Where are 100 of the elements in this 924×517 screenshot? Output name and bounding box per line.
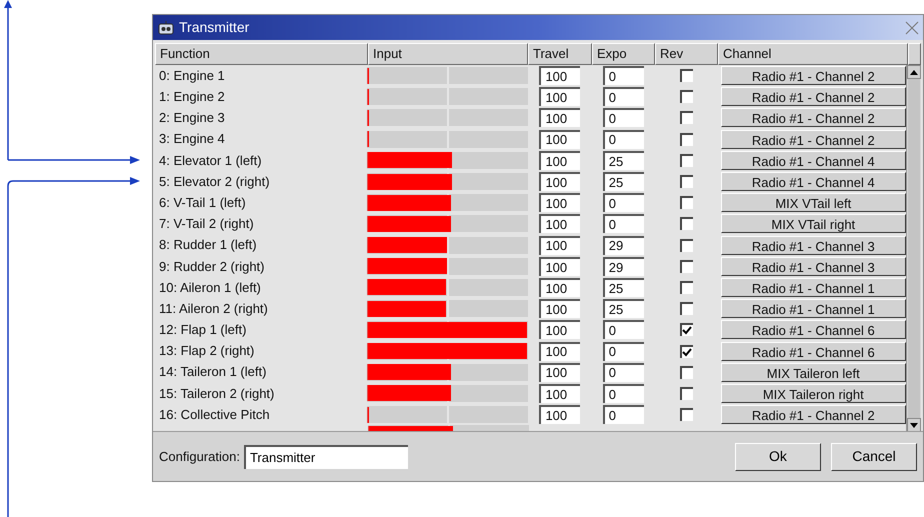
rev-checkbox[interactable]	[680, 408, 693, 422]
function-label: 3: Engine 4	[158, 130, 226, 148]
channel-button[interactable]: MIX Taileron right	[720, 384, 906, 403]
travel-field[interactable]: 100	[539, 66, 580, 86]
travel-field[interactable]: 100	[539, 193, 580, 212]
travel-field[interactable]: 100	[539, 278, 580, 297]
window-title: Transmitter	[179, 18, 250, 37]
expo-field[interactable]: 0	[602, 320, 644, 340]
rev-checkbox[interactable]	[680, 260, 693, 273]
expo-field[interactable]: 0	[602, 193, 644, 212]
scroll-down-icon[interactable]	[910, 422, 918, 428]
rev-checkbox[interactable]	[680, 280, 693, 294]
scrollbar[interactable]	[906, 65, 921, 431]
expo-field[interactable]: 25	[602, 299, 644, 318]
channel-button[interactable]: Radio #1 - Channel 6	[720, 320, 906, 340]
function-label: 2: Engine 3	[158, 109, 226, 128]
channel-button[interactable]: Radio #1 - Channel 2	[720, 405, 906, 424]
function-label: 10: Aileron 1 (left)	[158, 278, 262, 297]
rev-checkbox[interactable]	[680, 196, 693, 210]
column-header[interactable]: Input	[368, 43, 528, 65]
travel-field[interactable]: 100	[539, 320, 580, 340]
rev-checkbox[interactable]	[680, 175, 693, 188]
expo-field[interactable]: 0	[602, 87, 644, 106]
rev-checkbox[interactable]	[680, 90, 693, 104]
function-label: 9: Rudder 2 (right)	[158, 258, 266, 276]
scroll-up-icon[interactable]	[910, 70, 918, 74]
function-label: 0: Engine 1	[158, 66, 226, 85]
rev-checkbox[interactable]	[680, 302, 693, 316]
function-label: 1: Engine 2	[158, 88, 226, 106]
rev-checkbox[interactable]	[680, 366, 693, 379]
expo-field[interactable]: 0	[602, 214, 644, 234]
function-label: 12: Flap 1 (left)	[158, 321, 248, 340]
rev-checkbox[interactable]	[680, 69, 693, 82]
channel-button[interactable]: Radio #1 - Channel 4	[720, 150, 906, 170]
expo-field[interactable]: 25	[602, 278, 644, 297]
column-header[interactable]: Function	[155, 43, 368, 65]
expo-field[interactable]: 0	[602, 384, 644, 403]
travel-field[interactable]: 100	[539, 87, 580, 106]
configuration-field[interactable]: Transmitter	[244, 444, 408, 468]
expo-field[interactable]: 25	[602, 150, 644, 170]
channel-button[interactable]: MIX VTail left	[720, 193, 906, 212]
function-label: 11: Aileron 2 (right)	[158, 300, 269, 318]
column-header-filler	[908, 43, 921, 65]
expo-field[interactable]: 0	[602, 342, 644, 361]
travel-field[interactable]: 100	[539, 130, 580, 149]
travel-field[interactable]: 100	[539, 405, 580, 424]
expo-field[interactable]: 0	[602, 362, 644, 382]
channel-button[interactable]: Radio #1 - Channel 1	[720, 278, 906, 297]
channel-button[interactable]: Radio #1 - Channel 3	[720, 236, 906, 255]
dialog-button[interactable]: Ok	[735, 442, 821, 470]
dialog-button[interactable]: Cancel	[831, 442, 917, 470]
channel-button[interactable]: MIX Taileron left	[720, 362, 906, 382]
travel-field[interactable]: 100	[539, 236, 580, 255]
function-label: 6: V-Tail 1 (left)	[158, 194, 247, 212]
function-label: 15: Taileron 2 (right)	[158, 384, 276, 403]
channel-button[interactable]: Radio #1 - Channel 2	[720, 87, 906, 106]
rev-checkbox[interactable]	[680, 386, 693, 400]
function-label: 16: Collective Pitch	[158, 406, 271, 424]
channel-button[interactable]: Radio #1 - Channel 6	[720, 342, 906, 361]
travel-field[interactable]: 100	[539, 342, 580, 361]
channel-button[interactable]: Radio #1 - Channel 2	[720, 108, 906, 128]
rev-checkbox[interactable]	[680, 154, 693, 167]
expo-field[interactable]: 0	[602, 108, 644, 128]
expo-field[interactable]: 29	[602, 256, 644, 276]
function-label: 5: Elevator 2 (right)	[158, 172, 271, 191]
function-label: 8: Rudder 1 (left)	[158, 236, 258, 254]
travel-field[interactable]: 100	[539, 256, 580, 276]
rev-checkbox[interactable]	[680, 238, 693, 252]
expo-field[interactable]: 29	[602, 236, 644, 255]
function-label: 14: Taileron 1 (left)	[158, 363, 268, 382]
channel-button[interactable]: Radio #1 - Channel 4	[720, 172, 906, 192]
expo-field[interactable]: 0	[602, 405, 644, 424]
travel-field[interactable]: 100	[539, 299, 580, 318]
expo-field[interactable]: 0	[602, 130, 644, 149]
rev-checkbox[interactable]	[680, 217, 693, 230]
channel-button[interactable]: Radio #1 - Channel 2	[720, 130, 906, 149]
expo-field[interactable]: 25	[602, 172, 644, 192]
column-header[interactable]: Expo	[592, 43, 655, 65]
channel-button[interactable]: Radio #1 - Channel 3	[720, 256, 906, 276]
close-icon[interactable]	[905, 20, 919, 34]
expo-field[interactable]: 0	[602, 66, 644, 86]
column-header[interactable]: Rev	[655, 43, 718, 65]
configuration-label: Configuration:	[159, 448, 240, 466]
channel-button[interactable]: Radio #1 - Channel 2	[720, 66, 906, 86]
column-header[interactable]: Travel	[528, 43, 592, 65]
rev-checkbox[interactable]	[680, 111, 693, 124]
travel-field[interactable]: 100	[539, 150, 580, 170]
column-header[interactable]: Channel	[718, 43, 908, 65]
function-label: 4: Elevator 1 (left)	[158, 152, 263, 170]
travel-field[interactable]: 100	[539, 384, 580, 403]
rev-checkbox[interactable]	[680, 132, 693, 146]
robot-icon	[157, 20, 175, 36]
channel-button[interactable]: MIX VTail right	[720, 214, 906, 234]
travel-field[interactable]: 100	[539, 362, 580, 382]
rev-checkbox[interactable]	[680, 323, 693, 336]
travel-field[interactable]: 100	[539, 108, 580, 128]
travel-field[interactable]: 100	[539, 172, 580, 192]
travel-field[interactable]: 100	[539, 214, 580, 234]
channel-button[interactable]: Radio #1 - Channel 1	[720, 299, 906, 318]
rev-checkbox[interactable]	[680, 344, 693, 358]
